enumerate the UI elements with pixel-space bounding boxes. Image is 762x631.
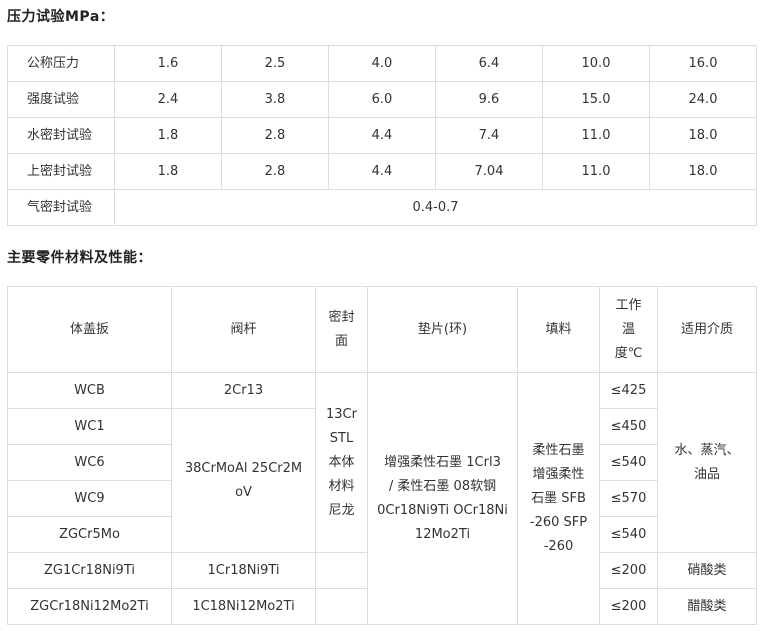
table-cell: 2.8 — [221, 153, 329, 190]
header-line: 面 — [334, 333, 348, 349]
table-cell: 11.0 — [542, 117, 650, 154]
cell-line: -260 — [543, 538, 574, 554]
table-cell: 1.8 — [114, 153, 222, 190]
packing-material: 柔性石墨 增强柔性 石墨 SFB -260 SFP -260 — [517, 372, 600, 625]
work-temp: ≤540 — [599, 444, 658, 481]
cell-line: 水、蒸汽、 — [674, 442, 740, 458]
medium: 醋酸类 — [657, 588, 757, 625]
materials-table: 体盖扳 阀杆 密封 面 垫片(环) 填料 工作 温 度℃ 适用介质 WCB 2C… — [7, 286, 757, 625]
cell-line: 增强柔性 — [532, 466, 585, 482]
seal-material — [315, 588, 368, 625]
body-material: ZG1Cr18Ni9Ti — [7, 552, 172, 589]
row-label: 水密封试验 — [7, 117, 115, 154]
table-cell: 11.0 — [542, 153, 650, 190]
work-temp: ≤540 — [599, 516, 658, 553]
work-temp: ≤425 — [599, 372, 658, 409]
table-cell: 24.0 — [649, 81, 757, 118]
stem-material: 2Cr13 — [171, 372, 316, 409]
col-header-medium: 适用介质 — [657, 286, 757, 373]
table-cell: 4.4 — [328, 117, 436, 154]
cell-line: 尼龙 — [328, 502, 355, 518]
col-header-packing: 填料 — [517, 286, 600, 373]
row-label: 气密封试验 — [7, 189, 115, 226]
body-material: ZGCr5Mo — [7, 516, 172, 553]
header-line: 工作 — [615, 297, 642, 313]
table-cell: 18.0 — [649, 153, 757, 190]
cell-line: 柔性石墨 — [532, 442, 585, 458]
table-cell: 4.4 — [328, 153, 436, 190]
cell-line: 油品 — [693, 466, 720, 482]
cell-line: 12Mo2Ti — [414, 526, 471, 542]
table-header-row: 体盖扳 阀杆 密封 面 垫片(环) 填料 工作 温 度℃ 适用介质 — [7, 286, 757, 373]
table-cell: 1.6 — [114, 45, 222, 82]
cell-line: / 柔性石墨 08软钢 — [388, 478, 497, 494]
table-cell: 2.8 — [221, 117, 329, 154]
table-row: 强度试验 2.4 3.8 6.0 9.6 15.0 24.0 — [7, 81, 757, 118]
body-material: WCB — [7, 372, 172, 409]
col-header-temp: 工作 温 度℃ — [599, 286, 658, 373]
pressure-heading: 压力试验MPa： — [7, 9, 115, 25]
header-line: 温 — [621, 321, 635, 337]
stem-material: 1Cr18Ni9Ti — [171, 552, 316, 589]
table-row: WCB 2Cr13 13Cr STL 本体 材料 尼龙 增强柔性石墨 1Crl3… — [7, 372, 757, 625]
body-material: ZGCr18Ni12Mo2Ti — [7, 588, 172, 625]
col-header-gasket: 垫片(环) — [367, 286, 518, 373]
stem-material: 1C18Ni12Mo2Ti — [171, 588, 316, 625]
table-cell: 7.04 — [435, 153, 543, 190]
table-cell: 3.8 — [221, 81, 329, 118]
cell-line: 材料 — [328, 478, 355, 494]
table-cell: 0.4-0.7 — [114, 189, 757, 226]
table-row: 公称压力 1.6 2.5 4.0 6.4 10.0 16.0 — [7, 45, 757, 82]
work-temp: ≤570 — [599, 480, 658, 517]
work-temp: ≤450 — [599, 408, 658, 445]
materials-heading: 主要零件材料及性能： — [7, 250, 152, 266]
header-line: 度℃ — [614, 345, 643, 361]
cell-line: 增强柔性石墨 1Crl3 — [384, 454, 501, 470]
col-header-body: 体盖扳 — [7, 286, 172, 373]
table-cell: 16.0 — [649, 45, 757, 82]
seal-material: 13Cr STL 本体 材料 尼龙 — [315, 372, 368, 553]
cell-line: -260 SFP — [529, 514, 588, 530]
cell-line: 13Cr — [326, 406, 357, 422]
table-cell: 7.4 — [435, 117, 543, 154]
medium: 硝酸类 — [657, 552, 757, 589]
table-cell: 2.5 — [221, 45, 329, 82]
table-cell: 9.6 — [435, 81, 543, 118]
table-cell: 10.0 — [542, 45, 650, 82]
table-cell: 4.0 — [328, 45, 436, 82]
col-header-stem: 阀杆 — [171, 286, 316, 373]
table-row: 气密封试验 0.4-0.7 — [7, 189, 757, 226]
table-cell: 15.0 — [542, 81, 650, 118]
work-temp: ≤200 — [599, 588, 658, 625]
row-label: 强度试验 — [7, 81, 115, 118]
body-material: WC9 — [7, 480, 172, 517]
cell-line: STL — [329, 430, 354, 446]
seal-material — [315, 552, 368, 589]
cell-line: oV — [235, 484, 252, 500]
table-cell: 2.4 — [114, 81, 222, 118]
table-row: 水密封试验 1.8 2.8 4.4 7.4 11.0 18.0 — [7, 117, 757, 154]
gasket-material: 增强柔性石墨 1Crl3 / 柔性石墨 08软钢 0Cr18Ni9Ti OCr1… — [367, 372, 518, 625]
body-material: WC6 — [7, 444, 172, 481]
row-label: 上密封试验 — [7, 153, 115, 190]
row-label: 公称压力 — [7, 45, 115, 82]
table-cell: 1.8 — [114, 117, 222, 154]
header-line: 密封 — [328, 309, 355, 325]
work-temp: ≤200 — [599, 552, 658, 589]
body-material: WC1 — [7, 408, 172, 445]
cell-line: 本体 — [328, 454, 355, 470]
table-cell: 6.4 — [435, 45, 543, 82]
medium: 水、蒸汽、 油品 — [657, 372, 757, 553]
cell-line: 38CrMoAl 25Cr2M — [184, 460, 303, 476]
table-row: 上密封试验 1.8 2.8 4.4 7.04 11.0 18.0 — [7, 153, 757, 190]
table-cell: 6.0 — [328, 81, 436, 118]
stem-material: 38CrMoAl 25Cr2M oV — [171, 408, 316, 553]
pressure-table: 公称压力 1.6 2.5 4.0 6.4 10.0 16.0 强度试验 2.4 … — [7, 45, 757, 226]
cell-line: 石墨 SFB — [531, 490, 586, 506]
cell-line: 0Cr18Ni9Ti OCr18Ni — [377, 502, 508, 518]
table-cell: 18.0 — [649, 117, 757, 154]
col-header-seal: 密封 面 — [315, 286, 368, 373]
